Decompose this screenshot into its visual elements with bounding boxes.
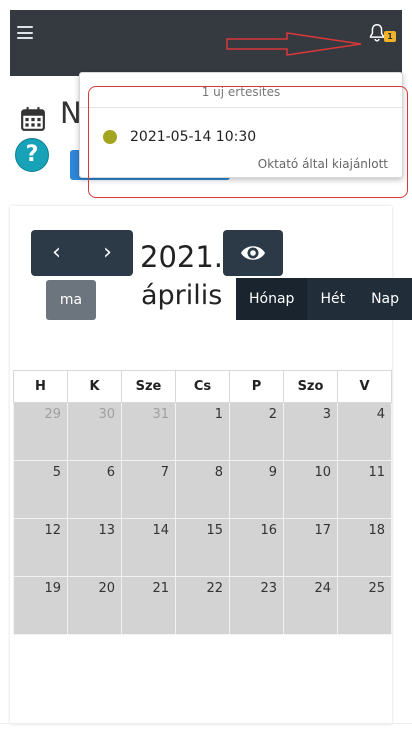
- view-week-button[interactable]: Hét: [307, 278, 358, 320]
- week-row: 5 6 7 8 9 10 11: [13, 460, 392, 519]
- help-icon[interactable]: ?: [15, 138, 49, 172]
- day-cell[interactable]: 9: [229, 460, 284, 519]
- weekday-header: K: [67, 370, 122, 403]
- eye-icon: [241, 246, 265, 260]
- day-cell[interactable]: 10: [283, 460, 338, 519]
- hamburger-menu-icon[interactable]: [17, 26, 33, 39]
- day-cell[interactable]: 12: [13, 518, 68, 577]
- weeks-body: 29 30 31 1 2 3 4 5 6 7 8 9 10 11 12 13 14 15 16 17 18 19 20 21 2…: [13, 402, 392, 635]
- prev-next-button-group: ‹ ›: [31, 230, 133, 276]
- day-cell[interactable]: 2: [229, 402, 284, 461]
- day-cell[interactable]: 25: [337, 576, 392, 635]
- day-cell[interactable]: 3: [283, 402, 338, 461]
- toggle-visibility-button[interactable]: [223, 230, 283, 276]
- day-cell[interactable]: 22: [175, 576, 230, 635]
- weekday-header: Sze: [121, 370, 176, 403]
- day-cell[interactable]: 18: [337, 518, 392, 577]
- view-switcher: Hónap Hét Nap: [236, 278, 412, 320]
- day-cell[interactable]: 17: [283, 518, 338, 577]
- day-cell[interactable]: 7: [121, 460, 176, 519]
- next-month-button[interactable]: ›: [82, 230, 133, 276]
- day-cell[interactable]: 19: [13, 576, 68, 635]
- prev-month-button[interactable]: ‹: [31, 230, 82, 276]
- day-cell[interactable]: 13: [67, 518, 122, 577]
- day-cell[interactable]: 21: [121, 576, 176, 635]
- day-cell[interactable]: 31: [121, 402, 176, 461]
- day-cell[interactable]: 15: [175, 518, 230, 577]
- day-cell[interactable]: 30: [67, 402, 122, 461]
- weekday-header: P: [229, 370, 284, 403]
- today-button[interactable]: ma: [46, 280, 96, 320]
- day-cell[interactable]: 29: [13, 402, 68, 461]
- month-table: H K Sze Cs P Szo V 29 30 31 1 2 3 4 5 6 7 8 9 10 11 12 13 14 15…: [13, 370, 392, 635]
- week-row: 19 20 21 22 23 24 25: [13, 576, 392, 635]
- view-month-button[interactable]: Hónap: [236, 278, 308, 320]
- weekday-header: Cs: [175, 370, 230, 403]
- day-cell[interactable]: 6: [67, 460, 122, 519]
- day-cell[interactable]: 16: [229, 518, 284, 577]
- annotation-highlight-box: [88, 86, 408, 198]
- weekday-header: V: [337, 370, 392, 403]
- notification-count-badge: 1: [384, 31, 396, 42]
- day-cell[interactable]: 1: [175, 402, 230, 461]
- week-row: 29 30 31 1 2 3 4: [13, 402, 392, 461]
- day-cell[interactable]: 23: [229, 576, 284, 635]
- day-cell[interactable]: 11: [337, 460, 392, 519]
- week-row: 12 13 14 15 16 17 18: [13, 518, 392, 577]
- calendar-title-year: 2021.: [140, 240, 224, 274]
- calendar-grid: H K Sze Cs P Szo V 29 30 31 1 2 3 4 5 6 7 8 9 10 11 12 13 14 15…: [13, 370, 392, 650]
- footer-divider: [0, 723, 412, 724]
- day-cell[interactable]: 5: [13, 460, 68, 519]
- day-cell[interactable]: 14: [121, 518, 176, 577]
- annotation-arrow: [226, 32, 362, 56]
- view-day-button[interactable]: Nap: [358, 278, 412, 320]
- day-cell[interactable]: 20: [67, 576, 122, 635]
- day-cell[interactable]: 8: [175, 460, 230, 519]
- calendar-icon: [21, 107, 45, 131]
- weekday-header-row: H K Sze Cs P Szo V: [13, 370, 392, 403]
- calendar-title-month: április: [141, 280, 223, 311]
- day-cell[interactable]: 4: [337, 402, 392, 461]
- day-cell[interactable]: 24: [283, 576, 338, 635]
- weekday-header: Szo: [283, 370, 338, 403]
- weekday-header: H: [13, 370, 68, 403]
